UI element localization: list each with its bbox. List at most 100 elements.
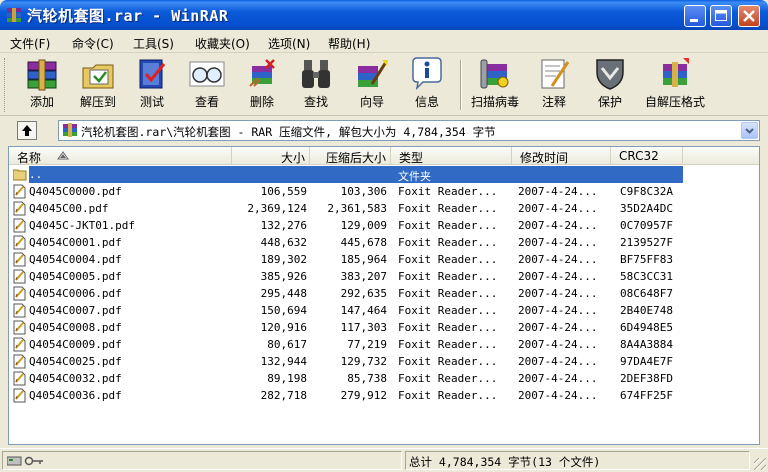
add-button[interactable]: 添加 [18, 56, 66, 114]
wizard-button[interactable]: 向导 [348, 56, 396, 114]
cell-packed: 383,207 [340, 270, 387, 283]
find-binoculars-icon [302, 60, 330, 88]
address-bar: 汽轮机套图.rar\汽轮机套图 - RAR 压缩文件, 解包大小为 4,784,… [0, 117, 768, 144]
up-folder-button[interactable] [17, 121, 37, 140]
file-row[interactable]: Q4054C0006.pdf 295,448 292,635 Foxit Reader… [9, 285, 759, 302]
maximize-button[interactable] [710, 5, 732, 27]
wizard-icon [358, 60, 388, 87]
cell-modified: 2007-4-24... [518, 304, 598, 317]
pdf-file-icon [13, 337, 26, 352]
delete-icon [249, 59, 275, 87]
pdf-file-icon [13, 201, 26, 216]
sort-ascending-icon [57, 151, 69, 160]
cell-packed: 85,738 [347, 372, 387, 385]
up-arrow-icon [22, 125, 32, 136]
pdf-file-icon [13, 303, 26, 318]
column-header-packed[interactable]: 压缩后大小 [310, 147, 391, 165]
comment-icon [541, 59, 570, 89]
delete-button[interactable]: 删除 [240, 56, 284, 114]
column-header-modified[interactable]: 修改时间 [512, 147, 611, 165]
test-button[interactable]: 测试 [130, 56, 174, 114]
file-list[interactable]: 名称 大小 压缩后大小 类型 修改时间 CRC32 .. 文件夹 Q4045C0… [8, 146, 760, 445]
pdf-file-icon [13, 218, 26, 233]
column-header-type[interactable]: 类型 [391, 147, 512, 165]
status-right-pane: 总计 4,784,354 字节(13 个文件) [405, 451, 750, 470]
menu-commands[interactable]: 命令(C) [72, 35, 114, 52]
test-book-icon [139, 59, 166, 89]
title-bar[interactable]: 汽轮机套图.rar - WinRAR [0, 0, 768, 30]
comment-button[interactable]: 注释 [532, 56, 576, 114]
file-row[interactable]: Q4045C0000.pdf 106,559 103,306 Foxit Reader… [9, 183, 759, 200]
cell-type: Foxit Reader... [398, 287, 498, 300]
pdf-file-icon [13, 371, 26, 386]
menu-file[interactable]: 文件(F) [10, 35, 50, 52]
menu-help[interactable]: 帮助(H) [328, 35, 370, 52]
resize-grip[interactable] [754, 458, 766, 470]
cell-packed: 292,635 [340, 287, 387, 300]
file-row[interactable]: Q4045C-JKT01.pdf 132,276 129,009 Foxit Read… [9, 217, 759, 234]
menu-options[interactable]: 选项(N) [268, 35, 310, 52]
cell-modified: 2007-4-24... [518, 389, 598, 402]
menu-favorites[interactable]: 收藏夹(O) [195, 35, 250, 52]
cell-modified: 2007-4-24... [518, 219, 598, 232]
cell-crc: 8A4A3884 [620, 338, 673, 351]
cell-crc: 58C3CC31 [620, 270, 673, 283]
sfx-button[interactable]: 自解压格式 [640, 56, 710, 114]
cell-packed: 147,464 [340, 304, 387, 317]
cell-modified: 2007-4-24... [518, 355, 598, 368]
drive-key-icon [7, 456, 43, 466]
cell-crc: 674FF25F [620, 389, 673, 402]
menu-tools[interactable]: 工具(S) [133, 35, 174, 52]
cell-type: Foxit Reader... [398, 253, 498, 266]
folder-icon [13, 169, 27, 181]
cell-crc: 6D4948E5 [620, 321, 673, 334]
toolbar-grip[interactable] [4, 58, 7, 112]
file-row[interactable]: Q4054C0004.pdf 189,302 185,964 Foxit Reader… [9, 251, 759, 268]
column-header-name[interactable]: 名称 [9, 147, 232, 165]
cell-crc: BF75FF83 [620, 253, 673, 266]
cell-modified: 2007-4-24... [518, 287, 598, 300]
cell-type: Foxit Reader... [398, 202, 498, 215]
extract-to-button[interactable]: 解压到 [72, 56, 124, 114]
view-button[interactable]: 查看 [184, 56, 230, 114]
file-row[interactable]: Q4054C0025.pdf 132,944 129,732 Foxit Reader… [9, 353, 759, 370]
cell-crc: 0C70957F [620, 219, 673, 232]
file-row[interactable]: Q4054C0007.pdf 150,694 147,464 Foxit Reader… [9, 302, 759, 319]
pdf-file-icon [13, 354, 26, 369]
cell-crc: 35D2A4DC [620, 202, 673, 215]
add-books-icon [27, 59, 57, 91]
close-button[interactable] [738, 5, 760, 27]
cell-modified: 2007-4-24... [518, 372, 598, 385]
cell-packed: 2,361,583 [327, 202, 387, 215]
rar-archive-icon [63, 123, 77, 137]
file-row[interactable]: Q4054C0001.pdf 448,632 445,678 Foxit Reader… [9, 234, 759, 251]
file-row[interactable]: Q4054C0008.pdf 120,916 117,303 Foxit Reader… [9, 319, 759, 336]
winrar-app-icon [7, 8, 21, 22]
virus-scan-button[interactable]: 扫描病毒 [466, 56, 524, 114]
cell-packed: 77,219 [347, 338, 387, 351]
file-row[interactable]: Q4054C0009.pdf 80,617 77,219 Foxit Reader..… [9, 336, 759, 353]
file-row[interactable]: Q4054C0032.pdf 89,198 85,738 Foxit Reader..… [9, 370, 759, 387]
column-header-size[interactable]: 大小 [232, 147, 310, 165]
minimize-icon [690, 19, 698, 22]
archive-total-status: 总计 4,784,354 字节(13 个文件) [409, 455, 601, 469]
file-row[interactable]: Q4045C00.pdf 2,369,124 2,361,583 Foxit Read… [9, 200, 759, 217]
chevron-down-icon [745, 128, 754, 134]
column-header-crc[interactable]: CRC32 [611, 147, 683, 165]
cell-type: Foxit Reader... [398, 338, 498, 351]
path-combobox[interactable]: 汽轮机套图.rar\汽轮机套图 - RAR 压缩文件, 解包大小为 4,784,… [58, 120, 760, 141]
info-button[interactable]: 信息 [404, 56, 450, 114]
find-button[interactable]: 查找 [294, 56, 338, 114]
extract-folder-icon [82, 64, 114, 89]
parent-folder-row[interactable]: .. 文件夹 [9, 166, 759, 183]
file-row[interactable]: Q4054C0036.pdf 282,718 279,912 Foxit Reader… [9, 387, 759, 404]
cell-crc: 08C648F7 [620, 287, 673, 300]
archive-path: 汽轮机套图.rar\汽轮机套图 - RAR 压缩文件, 解包大小为 4,784,… [81, 125, 496, 139]
path-dropdown-button[interactable] [741, 122, 758, 139]
file-row[interactable]: Q4054C0005.pdf 385,926 383,207 Foxit Reader… [9, 268, 759, 285]
toolbar-separator [460, 60, 462, 110]
cell-type: Foxit Reader... [398, 372, 498, 385]
protect-button[interactable]: 保护 [588, 56, 632, 114]
cell-modified: 2007-4-24... [518, 185, 598, 198]
minimize-button[interactable] [684, 5, 706, 27]
